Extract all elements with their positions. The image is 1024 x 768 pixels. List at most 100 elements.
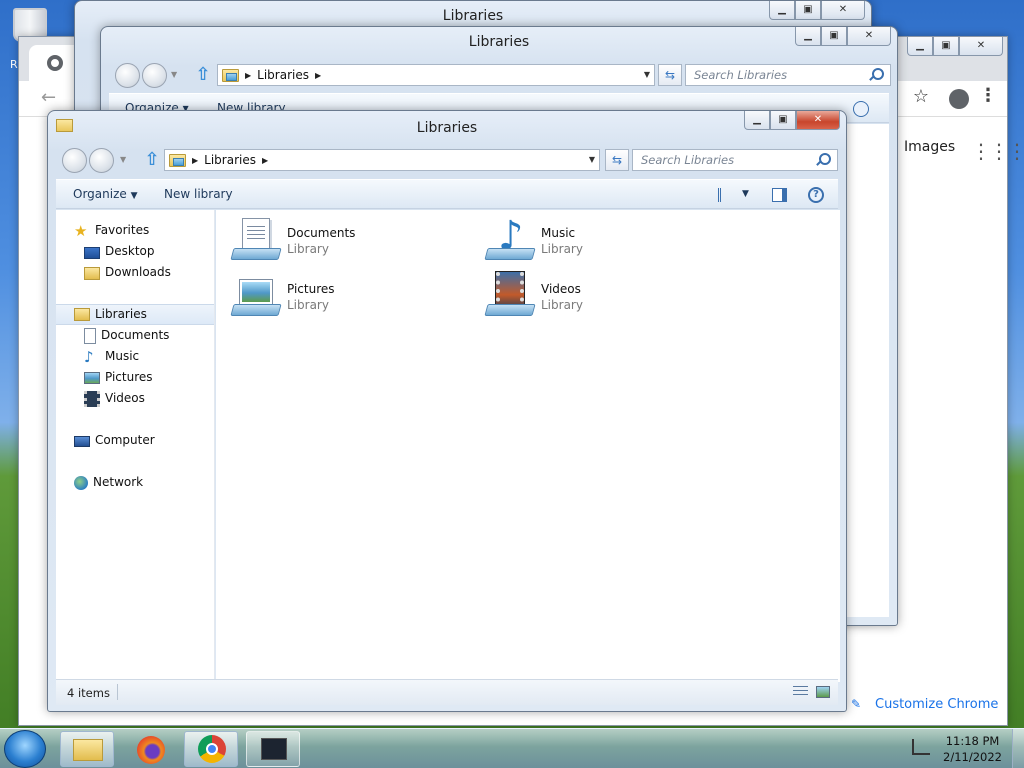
nav-libraries[interactable]: Libraries [56, 304, 214, 325]
libraries-folder-icon [222, 68, 239, 82]
organize-menu[interactable]: Organize ▼ [73, 180, 138, 211]
music-library-icon: ♪ [484, 216, 536, 264]
explorer-folder-icon [73, 739, 103, 761]
desktop-icon [84, 246, 100, 259]
nav-label: Downloads [105, 265, 171, 279]
library-item-music[interactable]: ♪ Music Library [484, 216, 716, 266]
minimize-button[interactable]: ▁ [795, 27, 821, 46]
taskbar-app[interactable] [246, 731, 300, 767]
profile-avatar-icon[interactable] [949, 89, 969, 109]
library-item-pictures[interactable]: Pictures Library [230, 272, 462, 322]
recycle-bin-label: R [10, 58, 18, 71]
taskbar-explorer[interactable] [60, 731, 114, 767]
up-arrow-icon[interactable]: ⇧ [193, 64, 213, 86]
firefox-icon [137, 736, 165, 764]
chrome-minimize-button[interactable]: ▁ [907, 37, 933, 56]
network-tray-icon[interactable] [912, 739, 930, 755]
maximize-button[interactable]: ▣ [795, 1, 821, 20]
status-divider [117, 684, 118, 700]
customize-chrome-button[interactable]: Customize Chrome [875, 697, 998, 712]
large-icons-view-icon[interactable] [816, 686, 830, 698]
forward-button[interactable] [142, 63, 167, 88]
nav-label: Documents [101, 328, 170, 342]
address-dropdown[interactable]: ▼ [589, 155, 595, 164]
library-name: Pictures [287, 282, 335, 296]
start-button[interactable] [4, 730, 46, 768]
documents-icon [84, 327, 96, 344]
search-input[interactable]: Search Libraries [685, 64, 891, 86]
clock[interactable]: 11:18 PM 2/11/2022 [943, 733, 1002, 765]
chrome-menu-icon[interactable]: ⋮ [979, 85, 997, 106]
minimize-button[interactable]: ▁ [769, 1, 795, 20]
taskbar-chrome[interactable] [184, 731, 238, 767]
forward-button[interactable] [89, 148, 114, 173]
nav-label: Pictures [105, 370, 153, 384]
details-view-icon[interactable] [793, 686, 808, 698]
minimize-button[interactable]: ▁ [744, 111, 770, 130]
nav-label: Computer [95, 433, 155, 447]
show-desktop-button[interactable] [1012, 729, 1024, 768]
search-input[interactable]: Search Libraries [632, 149, 838, 171]
library-name: Music [541, 226, 576, 240]
nav-downloads[interactable]: Downloads [84, 262, 171, 283]
nav-network[interactable]: Network [74, 472, 143, 493]
nav-label: Favorites [95, 223, 150, 237]
change-view-icon[interactable] [718, 188, 734, 202]
explorer-window-libraries: Libraries ▁ ▣ ✕ ▼ ⇧ ▶ Libraries ▶ ▼ ⇆ Se… [47, 110, 847, 712]
downloads-folder-icon [84, 267, 100, 280]
libraries-folder-icon [74, 308, 90, 321]
back-arrow-icon[interactable]: ← [41, 87, 56, 108]
nav-documents[interactable]: Documents [84, 325, 169, 346]
recent-pages-dropdown[interactable]: ▼ [171, 70, 177, 79]
music-note-icon: ♪ [84, 347, 94, 366]
address-dropdown[interactable]: ▼ [644, 70, 650, 79]
nav-computer[interactable]: Computer [74, 430, 155, 451]
help-icon[interactable]: ? [808, 187, 824, 203]
star-icon: ★ [74, 221, 88, 240]
terminal-app-icon [261, 738, 287, 760]
chrome-close-button[interactable]: ✕ [959, 37, 1003, 56]
maximize-button[interactable]: ▣ [770, 111, 796, 130]
bookmark-star-icon[interactable]: ☆ [913, 86, 929, 107]
apps-grid-icon[interactable]: ⋮⋮⋮ [971, 139, 1024, 163]
pictures-icon [84, 371, 100, 384]
new-library-button[interactable]: New library [164, 180, 233, 209]
up-arrow-icon[interactable]: ⇧ [142, 149, 162, 171]
help-icon[interactable] [853, 101, 869, 117]
images-link[interactable]: Images [904, 139, 955, 155]
recent-pages-dropdown[interactable]: ▼ [120, 155, 126, 164]
library-item-videos[interactable]: Videos Library [484, 271, 716, 322]
library-type: Library [287, 242, 329, 256]
chrome-logo-icon [47, 55, 63, 71]
nav-favorites[interactable]: ★ Favorites [74, 220, 149, 241]
taskbar-firefox[interactable] [124, 731, 178, 767]
window-title: Libraries [468, 34, 530, 50]
view-dropdown-icon[interactable]: ▼ [742, 180, 749, 209]
nav-pictures[interactable]: Pictures [84, 367, 153, 388]
chrome-maximize-button[interactable]: ▣ [933, 37, 959, 56]
address-bar[interactable]: ▶ Libraries ▶ ▼ [217, 64, 655, 86]
nav-label: Videos [105, 391, 145, 405]
content-pane: Documents Library ♪ Music Library Pictur… [216, 210, 840, 682]
window-title: Libraries [416, 120, 478, 136]
nav-desktop[interactable]: Desktop [84, 241, 155, 262]
close-button[interactable]: ✕ [821, 1, 865, 20]
nav-videos[interactable]: Videos [84, 388, 145, 409]
back-button[interactable] [115, 63, 140, 88]
address-bar[interactable]: ▶ Libraries ▶ ▼ [164, 149, 600, 171]
close-button[interactable]: ✕ [847, 27, 891, 46]
back-button[interactable] [62, 148, 87, 173]
preview-pane-icon[interactable] [772, 188, 787, 202]
breadcrumb-libraries[interactable]: Libraries [204, 153, 256, 167]
status-bar: 4 items [56, 679, 838, 705]
search-icon [868, 67, 884, 83]
item-count: 4 items [67, 686, 110, 700]
refresh-button[interactable]: ⇆ [658, 64, 682, 86]
pictures-library-icon [230, 272, 282, 320]
library-item-documents[interactable]: Documents Library [230, 216, 462, 266]
maximize-button[interactable]: ▣ [821, 27, 847, 46]
nav-music[interactable]: ♪ Music [84, 346, 139, 367]
breadcrumb-libraries[interactable]: Libraries [257, 68, 309, 82]
refresh-button[interactable]: ⇆ [605, 149, 629, 171]
close-button[interactable]: ✕ [796, 111, 840, 130]
